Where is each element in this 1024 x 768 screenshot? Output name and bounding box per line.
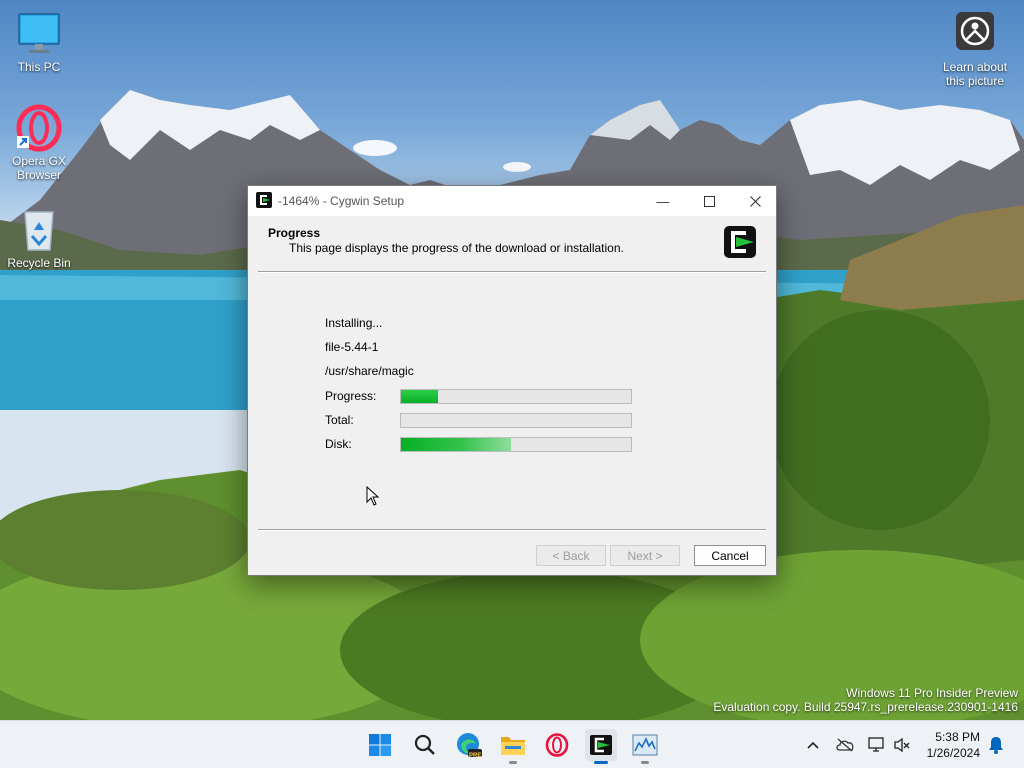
- show-hidden-icons-button[interactable]: [803, 735, 823, 755]
- disk-label: Disk:: [325, 437, 352, 451]
- cloud-offline-icon: [836, 738, 854, 752]
- desktop-icon-label: Recycle Bin: [7, 256, 71, 270]
- notifications-button[interactable]: [986, 735, 1006, 755]
- clock-time: 5:38 PM: [935, 730, 980, 744]
- start-button[interactable]: [364, 729, 396, 761]
- cygwin-terminal-icon: [590, 735, 612, 755]
- cygwin-setup-dialog: -1464% - Cygwin Setup — Progress This pa…: [247, 185, 777, 576]
- taskbar: PRE 5:38 PM 1/26/2024: [0, 720, 1024, 768]
- running-indicator: [641, 761, 649, 764]
- progress-bar-fill: [401, 390, 438, 403]
- search-icon: [414, 734, 435, 755]
- title-bar[interactable]: -1464% - Cygwin Setup —: [248, 186, 776, 216]
- disk-bar: [400, 437, 632, 452]
- cygwin-app-icon: [256, 192, 272, 208]
- desktop-icon-label: Opera GX Browser: [11, 154, 67, 182]
- windows-watermark: Windows 11 Pro Insider Preview Evaluatio…: [713, 686, 1018, 714]
- minimize-button[interactable]: —: [640, 186, 686, 216]
- taskbar-file-explorer[interactable]: [497, 729, 529, 764]
- bell-icon: [989, 737, 1003, 754]
- progress-bar: [400, 389, 632, 404]
- page-title: Progress: [268, 226, 321, 240]
- watermark-line2: Evaluation copy. Build 25947.rs_prerelea…: [713, 700, 1018, 714]
- close-icon: [749, 195, 761, 207]
- camera-spot-icon: [951, 10, 999, 58]
- minimize-icon: —: [656, 193, 670, 209]
- taskbar-cygwin-setup[interactable]: [585, 729, 617, 764]
- opera-gx-icon: [15, 104, 63, 152]
- watermark-line1: Windows 11 Pro Insider Preview: [846, 686, 1018, 700]
- system-clock[interactable]: 5:38 PM 1/26/2024: [927, 729, 980, 761]
- back-button[interactable]: < Back: [536, 545, 606, 566]
- windows-logo-icon: [369, 734, 391, 756]
- monitor-chart-icon: [632, 734, 658, 756]
- file-path: /usr/share/magic: [325, 364, 414, 378]
- progress-label: Progress:: [325, 389, 377, 403]
- cygwin-logo-icon: [723, 225, 757, 259]
- onedrive-tray[interactable]: [835, 735, 855, 755]
- clock-date: 1/26/2024: [926, 746, 980, 760]
- monitor-icon: [15, 10, 63, 58]
- desktop-icon-opera-gx[interactable]: Opera GX Browser: [1, 104, 77, 182]
- page-subtitle: This page displays the progress of the d…: [289, 241, 624, 255]
- network-icon: [868, 737, 884, 752]
- volume-tray[interactable]: [892, 735, 912, 755]
- chevron-up-icon: [807, 741, 819, 749]
- window-title: -1464% - Cygwin Setup: [278, 194, 405, 208]
- total-bar: [400, 413, 632, 428]
- desktop-icon-label: This PC: [17, 60, 61, 74]
- folder-icon: [501, 737, 525, 755]
- package-name: file-5.44-1: [325, 340, 379, 354]
- header-separator: [258, 271, 766, 273]
- desktop-icon-label: Learn about this picture: [942, 60, 1008, 88]
- close-button[interactable]: [732, 186, 778, 216]
- next-button[interactable]: Next >: [610, 545, 680, 566]
- volume-muted-icon: [894, 737, 910, 753]
- disk-bar-fill: [401, 438, 512, 451]
- mouse-cursor-icon: [366, 486, 380, 506]
- edge-pre-badge: PRE: [469, 753, 482, 759]
- active-indicator: [594, 761, 608, 764]
- maximize-button[interactable]: [686, 186, 732, 216]
- recycle-bin-icon: [15, 206, 63, 254]
- taskbar-edge-dev[interactable]: PRE: [453, 729, 485, 761]
- running-indicator: [509, 761, 517, 764]
- total-label: Total:: [325, 413, 354, 427]
- desktop-icon-learn-about-picture[interactable]: Learn about this picture: [937, 10, 1013, 88]
- network-tray[interactable]: [867, 735, 887, 755]
- page-header: Progress This page displays the progress…: [248, 216, 776, 272]
- search-button[interactable]: [409, 729, 441, 761]
- maximize-icon: [703, 195, 715, 207]
- taskbar-opera-gx[interactable]: [541, 729, 573, 761]
- desktop-icon-recycle-bin[interactable]: Recycle Bin: [1, 206, 77, 270]
- status-text: Installing...: [325, 316, 383, 330]
- taskbar-resource-monitor[interactable]: [629, 729, 661, 764]
- desktop-icon-this-pc[interactable]: This PC: [1, 10, 77, 74]
- footer-separator: [258, 529, 766, 531]
- opera-gx-icon: [545, 733, 569, 757]
- cancel-button[interactable]: Cancel: [694, 545, 766, 566]
